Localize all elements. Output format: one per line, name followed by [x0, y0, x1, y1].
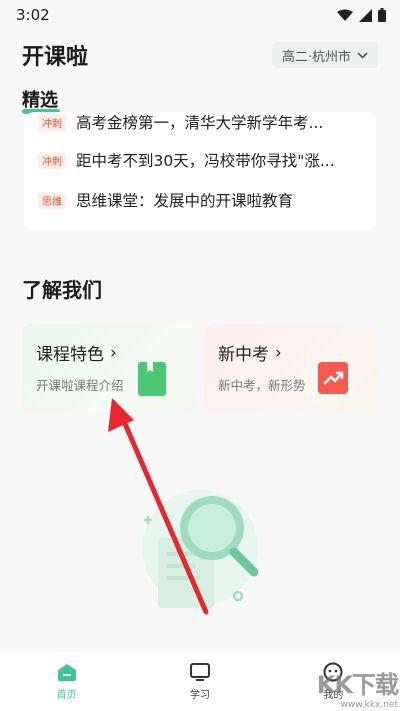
status-time: 3:02 — [16, 6, 50, 24]
feature-title-label: 课程特色 — [36, 345, 104, 365]
new-exam-card[interactable]: 新中考 › 新中考，新形势 — [204, 324, 378, 412]
news-tag: 思维 — [38, 191, 66, 209]
tab-featured[interactable]: 精选 — [22, 86, 60, 114]
monitor-icon — [189, 663, 210, 681]
news-tag: 冲刺 — [38, 113, 66, 131]
watermark-url: www.kkx.net — [340, 699, 399, 710]
course-features-card[interactable]: 课程特色 › 开课啦课程介绍 — [22, 324, 196, 412]
header: 开课啦 高二·杭州市 — [22, 40, 378, 70]
nav-item-home[interactable]: 首页 — [0, 652, 133, 711]
battery-icon — [378, 8, 386, 22]
feature-title-label: 新中考 — [218, 345, 269, 365]
chevron-right-icon: › — [110, 342, 117, 363]
news-title: 高考金榜第一，清华大学新学年考... — [76, 114, 324, 132]
about-title: 了解我们 — [22, 278, 102, 302]
news-title: 思维课堂：发展中的开课啦教育 — [76, 192, 294, 210]
news-tag: 冲刺 — [38, 151, 66, 169]
news-card: 冲刺 高考金榜第一，清华大学新学年考... 冲刺 距中考不到30天，冯校带你寻找… — [24, 112, 376, 230]
news-item[interactable]: 冲刺 距中考不到30天，冯校带你寻找"涨... — [38, 148, 368, 172]
watermark: KK下载 www.kkx.net — [288, 667, 399, 710]
chevron-down-icon — [357, 51, 368, 59]
news-item-partial[interactable]: 冲刺 高考金榜第一，清华大学新学年考... — [38, 112, 368, 134]
trend-chart-icon — [318, 362, 348, 394]
location-selector[interactable]: 高二·杭州市 — [271, 42, 378, 68]
wifi-icon — [337, 9, 353, 21]
watermark-logo: KK下载 — [316, 670, 399, 699]
tab-featured-label: 精选 — [22, 90, 58, 111]
app-title: 开课啦 — [22, 45, 89, 70]
search-illustration — [142, 490, 259, 608]
nav-label: 首页 — [56, 690, 77, 701]
nav-label: 学习 — [189, 690, 210, 701]
location-label: 高二·杭州市 — [281, 49, 351, 65]
status-icons — [337, 8, 386, 22]
news-item[interactable]: 思维 思维课堂：发展中的开课啦教育 — [38, 188, 368, 212]
news-title: 距中考不到30天，冯校带你寻找"涨... — [76, 152, 335, 170]
chevron-right-icon: › — [275, 342, 282, 363]
book-icon — [138, 362, 166, 396]
status-bar: 3:02 — [0, 0, 400, 30]
signal-icon — [359, 8, 372, 22]
nav-item-study[interactable]: 学习 — [133, 652, 266, 711]
home-icon — [57, 664, 76, 681]
